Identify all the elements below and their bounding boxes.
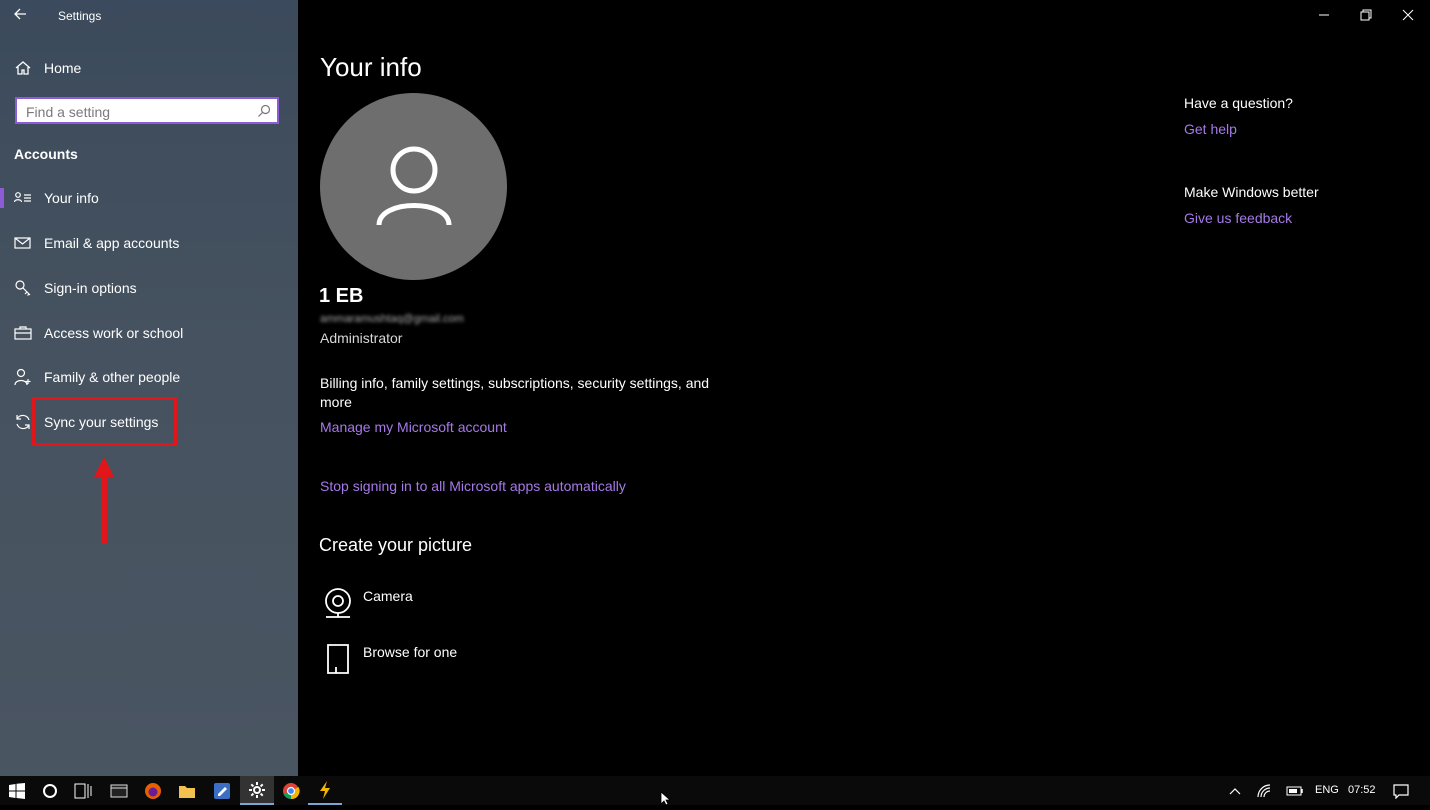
search-input[interactable]: Find a setting — [15, 97, 279, 124]
sidebar-item-label: Family & other people — [44, 369, 181, 385]
lightning-icon — [320, 780, 330, 799]
close-icon — [1402, 9, 1414, 21]
taskbar-app-settings[interactable] — [240, 776, 274, 805]
home-icon — [14, 59, 34, 77]
restore-icon — [1360, 9, 1372, 21]
browse-label: Browse for one — [363, 644, 458, 660]
app-title: Settings — [58, 9, 102, 23]
sidebar-item-label: Access work or school — [44, 325, 184, 341]
sidebar-item-sign-in[interactable]: Sign-in options — [0, 268, 298, 308]
page-title: Your info — [320, 52, 422, 82]
taskbar-app-editor[interactable] — [204, 776, 240, 805]
user-name: 1 EB — [319, 285, 364, 307]
show-hidden-icons-button[interactable] — [1222, 776, 1248, 805]
taskbar-app-firefox[interactable] — [136, 776, 170, 805]
taskbar-app-file-explorer[interactable] — [170, 776, 204, 805]
sidebar-item-label: Your info — [44, 190, 99, 206]
sync-icon — [14, 413, 32, 431]
restore-button[interactable] — [1346, 0, 1386, 30]
search-placeholder: Find a setting — [26, 104, 111, 120]
billing-description: Billing info, family settings, subscript… — [320, 375, 710, 410]
firefox-icon — [145, 782, 161, 799]
arrow-annotation-icon — [92, 455, 116, 545]
sidebar-item-label: Sign-in options — [44, 280, 137, 296]
sidebar-item-work-school[interactable]: Access work or school — [0, 313, 298, 353]
gear-icon — [249, 781, 265, 798]
person-add-icon — [14, 368, 32, 386]
task-view-button[interactable] — [66, 776, 100, 805]
better-heading: Make Windows better — [1184, 184, 1319, 200]
clock[interactable]: 07:52 — [1348, 784, 1376, 796]
minimize-button[interactable] — [1304, 0, 1344, 30]
highlight-box — [32, 397, 177, 446]
section-title: Accounts — [14, 146, 78, 162]
browse-option[interactable]: Browse for one — [322, 643, 457, 677]
user-role: Administrator — [320, 330, 403, 346]
folder-icon — [179, 785, 195, 798]
minimize-icon — [1319, 14, 1329, 16]
contact-icon — [13, 189, 32, 207]
camera-label: Camera — [363, 588, 413, 604]
notification-icon — [1393, 783, 1409, 799]
manage-account-link[interactable]: Manage my Microsoft account — [320, 419, 507, 435]
sidebar: Settings Home Find a setting Accounts Yo… — [0, 0, 298, 776]
battery-icon — [1286, 786, 1303, 795]
battery-button[interactable] — [1282, 776, 1308, 805]
taskbar-app-winamp[interactable] — [308, 776, 342, 805]
cortana-icon — [43, 783, 57, 798]
user-silhouette-icon — [376, 146, 452, 226]
taskbar: ENG 07:52 — [0, 776, 1430, 805]
mouse-cursor-icon — [660, 791, 672, 806]
action-center-button[interactable] — [1388, 776, 1414, 805]
start-button[interactable] — [0, 776, 34, 805]
stop-signing-in-link[interactable]: Stop signing in to all Microsoft apps au… — [320, 478, 626, 494]
sidebar-item-email-accounts[interactable]: Email & app accounts — [0, 223, 298, 263]
nav-home[interactable]: Home — [14, 58, 81, 78]
chrome-icon — [283, 782, 300, 799]
sidebar-item-your-info[interactable]: Your info — [0, 178, 298, 218]
terminal-icon — [110, 784, 128, 797]
feedback-link[interactable]: Give us feedback — [1184, 210, 1292, 226]
document-icon — [322, 643, 354, 677]
camera-icon — [322, 587, 354, 621]
camera-option[interactable]: Camera — [322, 587, 413, 621]
avatar — [320, 93, 507, 280]
back-arrow-icon[interactable] — [12, 6, 32, 24]
question-heading: Have a question? — [1184, 95, 1293, 111]
search-icon[interactable] — [257, 104, 271, 118]
search-taskbar-button[interactable] — [34, 776, 66, 805]
mail-icon — [14, 234, 32, 252]
briefcase-icon — [14, 324, 32, 342]
language-indicator[interactable]: ENG — [1315, 784, 1339, 796]
taskbar-app-chrome[interactable] — [274, 776, 308, 805]
sidebar-item-family[interactable]: Family & other people — [0, 357, 298, 397]
close-button[interactable] — [1388, 0, 1428, 30]
sidebar-item-label: Email & app accounts — [44, 235, 180, 251]
get-help-link[interactable]: Get help — [1184, 121, 1237, 137]
wifi-icon — [1257, 783, 1271, 797]
home-label: Home — [44, 60, 82, 76]
chevron-up-icon — [1229, 787, 1241, 794]
editor-icon — [214, 782, 230, 799]
task-view-icon — [74, 783, 92, 798]
create-picture-heading: Create your picture — [319, 535, 473, 555]
taskbar-app-terminal[interactable] — [102, 776, 136, 805]
key-icon — [14, 279, 32, 297]
windows-logo-icon — [9, 782, 25, 799]
user-email: ammaramushtaq@gmail.com — [320, 313, 464, 325]
network-button[interactable] — [1252, 776, 1278, 805]
